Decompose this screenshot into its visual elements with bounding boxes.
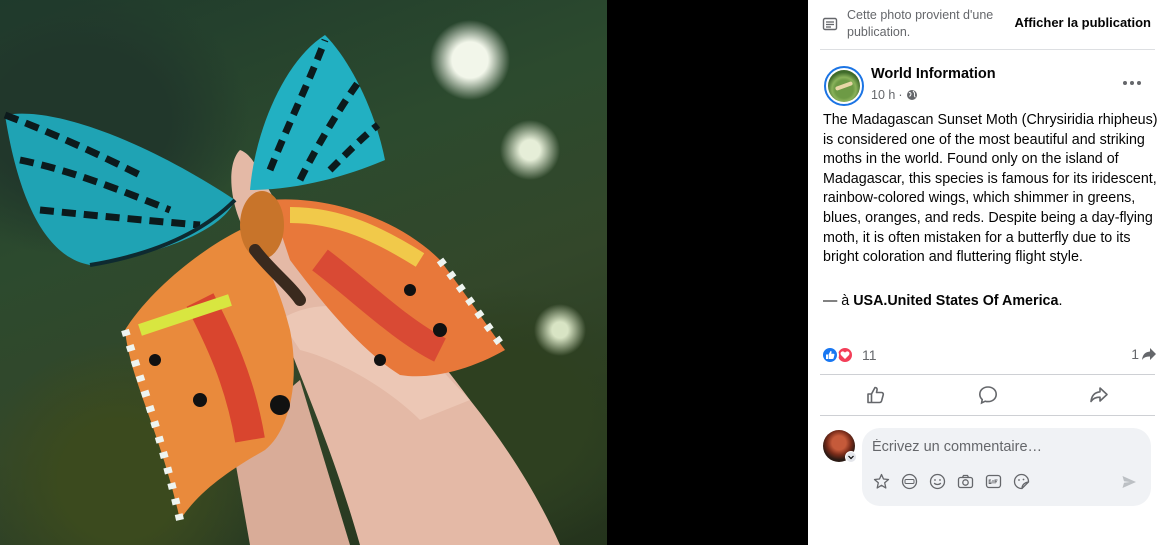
post-photo[interactable] <box>0 0 607 545</box>
send-icon[interactable] <box>1121 474 1137 490</box>
photo-viewer <box>0 0 808 545</box>
location-suffix: . <box>1058 293 1063 309</box>
more-options-icon[interactable] <box>1123 76 1143 90</box>
sticker-icon[interactable] <box>1012 472 1031 491</box>
divider <box>820 49 1155 50</box>
chevron-down-icon[interactable] <box>845 451 857 463</box>
moth-on-hand-image <box>3 35 561 545</box>
share-arrow-icon <box>1142 348 1156 360</box>
avatar-sticker-icon[interactable] <box>872 472 891 491</box>
share-count: 1 <box>1131 346 1139 362</box>
comment-icon <box>978 386 997 405</box>
post-text: The Madagascan Sunset Moth (Chrysiridia … <box>823 112 1158 266</box>
comment-composer <box>862 428 1151 506</box>
author-avatar[interactable] <box>824 66 864 106</box>
comment-tools <box>872 472 1031 491</box>
camera-icon[interactable] <box>956 472 975 491</box>
view-post-link[interactable]: Afficher la publication <box>1014 15 1151 30</box>
gif-icon[interactable] <box>984 472 1003 491</box>
location-link[interactable]: USA.United States Of America <box>853 293 1058 309</box>
share-summary[interactable]: 1 <box>1131 346 1157 362</box>
location-prefix: — à <box>823 293 854 309</box>
post-time[interactable]: 10 h <box>871 88 895 102</box>
like-button[interactable] <box>820 376 932 414</box>
like-icon <box>821 346 839 364</box>
post-panel: Cette photo provient d'une publication. … <box>808 0 1167 545</box>
share-icon <box>1090 387 1108 403</box>
divider <box>820 415 1155 416</box>
reaction-summary[interactable]: 11 <box>821 346 877 364</box>
like-icon <box>867 386 884 404</box>
emoji-icon[interactable] <box>928 472 947 491</box>
comment-button[interactable] <box>932 376 1044 414</box>
divider <box>820 374 1155 375</box>
post-meta: 10 h · <box>871 88 918 102</box>
source-text: Cette photo provient d'une publication. <box>847 8 994 39</box>
post-location: — à USA.United States Of America. <box>823 293 1062 309</box>
gif-emoji-icon[interactable] <box>900 472 919 491</box>
post-actions <box>820 376 1155 414</box>
globe-icon <box>906 90 917 100</box>
source-banner: Cette photo provient d'une publication. … <box>808 0 1167 50</box>
share-button[interactable] <box>1043 376 1155 414</box>
meta-separator: · <box>898 88 903 102</box>
document-icon <box>822 17 838 31</box>
author-name[interactable]: World Information <box>871 66 996 82</box>
comment-input[interactable] <box>872 436 1132 458</box>
reaction-count: 11 <box>862 347 877 363</box>
